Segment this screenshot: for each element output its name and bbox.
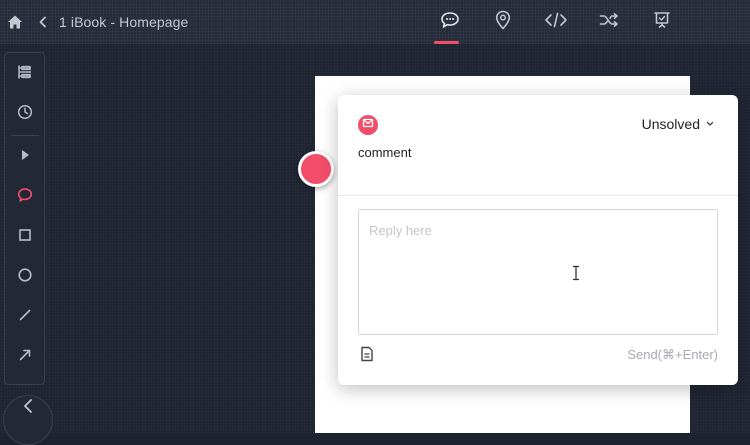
- layers-tool[interactable]: [5, 54, 45, 94]
- shuffle-icon: [599, 12, 619, 33]
- line-icon: [18, 308, 32, 327]
- ellipse-tool[interactable]: [5, 257, 45, 297]
- rectangle-tool[interactable]: [5, 217, 45, 257]
- comment-icon: [440, 11, 460, 34]
- rectangle-icon: [18, 228, 32, 247]
- pointer-icon: [19, 148, 31, 167]
- tab-location[interactable]: [476, 0, 529, 44]
- status-label: Unsolved: [641, 116, 700, 132]
- avatar: [358, 115, 378, 135]
- text-cursor-icon: [571, 265, 581, 281]
- tab-shuffle[interactable]: [582, 0, 635, 44]
- history-icon: [17, 104, 33, 125]
- top-tabs: [423, 0, 688, 44]
- top-bar: 1 iBook - Homepage: [0, 0, 750, 44]
- chevron-left-icon: [22, 398, 34, 419]
- status-dropdown[interactable]: Unsolved: [642, 115, 714, 133]
- comment-header: Unsolved comment: [338, 95, 738, 196]
- comment-text: comment: [358, 145, 412, 160]
- arrow-icon: [18, 348, 32, 367]
- comment-icon: [17, 187, 33, 208]
- history-tool[interactable]: [5, 94, 45, 134]
- tab-comments[interactable]: [423, 0, 476, 44]
- toolbar-divider: [10, 135, 39, 136]
- mail-icon: [362, 116, 374, 134]
- presentation-icon: [653, 11, 671, 34]
- comment-tool[interactable]: [5, 177, 45, 217]
- code-icon: [544, 12, 568, 33]
- map-pin-icon: [495, 10, 511, 35]
- collapse-sidebar-button[interactable]: [3, 395, 53, 445]
- tool-palette: [4, 52, 45, 385]
- comment-popup: Unsolved comment Send(⌘+Enter): [338, 95, 738, 385]
- comment-pin[interactable]: [298, 151, 334, 187]
- send-button[interactable]: Send(⌘+Enter): [627, 347, 718, 363]
- ellipse-icon: [17, 267, 33, 288]
- home-icon[interactable]: [7, 14, 23, 30]
- reply-input[interactable]: [358, 209, 718, 335]
- tab-code[interactable]: [529, 0, 582, 44]
- pointer-tool[interactable]: [5, 137, 45, 177]
- back-chevron-icon[interactable]: [37, 16, 49, 28]
- tab-presentation[interactable]: [635, 0, 688, 44]
- layers-icon: [17, 64, 33, 85]
- arrow-tool[interactable]: [5, 337, 45, 377]
- chevron-down-icon: [706, 115, 714, 133]
- line-tool[interactable]: [5, 297, 45, 337]
- page-title: 1 iBook - Homepage: [59, 14, 189, 30]
- attach-file-icon[interactable]: [360, 346, 374, 362]
